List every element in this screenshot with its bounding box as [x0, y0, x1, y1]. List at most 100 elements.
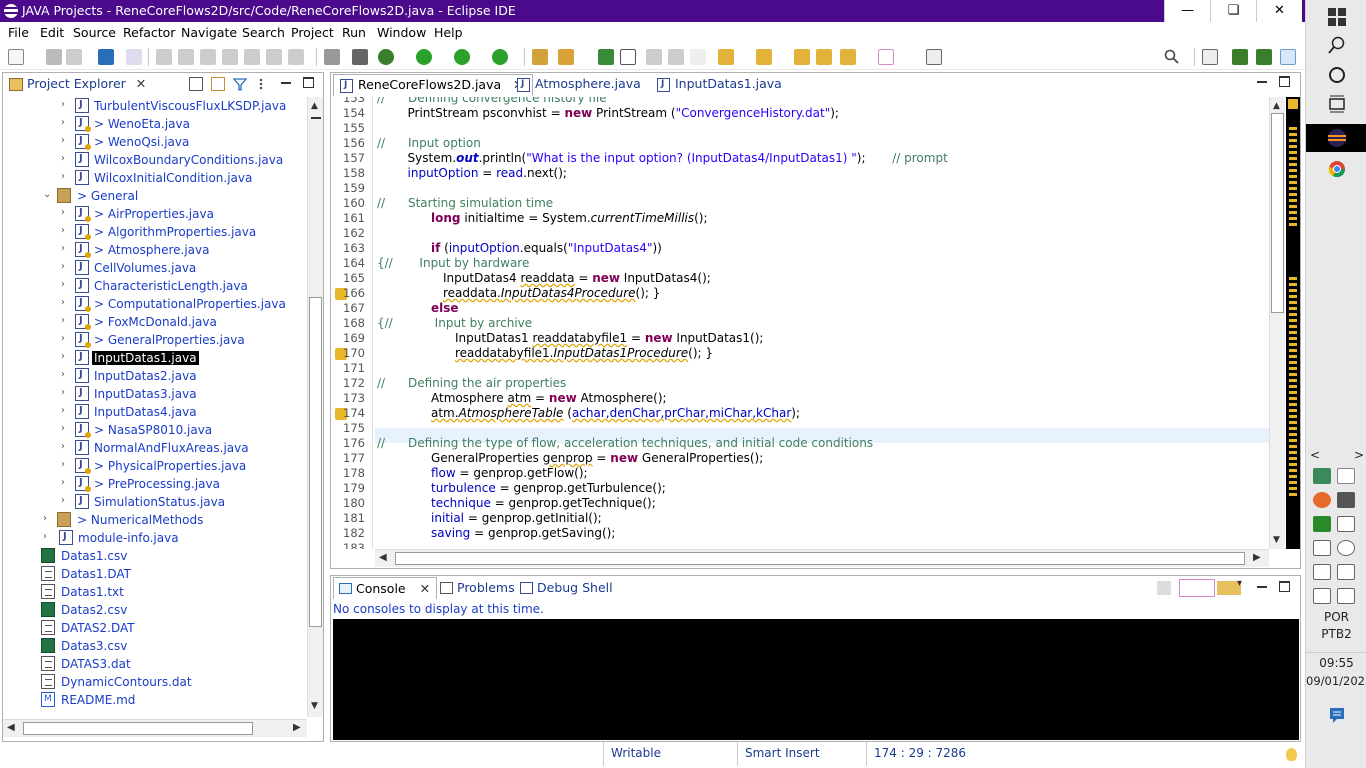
tree-item[interactable]: ›CharacteristicLength.java — [3, 277, 307, 295]
scroll-left-icon[interactable]: ◀ — [379, 552, 387, 563]
windows-start-icon[interactable] — [1306, 6, 1366, 28]
tree-item[interactable]: ›> WenoQsi.java — [3, 133, 307, 151]
forward-icon[interactable] — [840, 49, 856, 65]
skip-breakpoints-icon[interactable] — [126, 49, 142, 65]
search-icon[interactable] — [1306, 36, 1366, 58]
tree-item[interactable]: DATAS3.dat — [3, 655, 307, 673]
tree-item[interactable]: Datas3.csv — [3, 637, 307, 655]
tree-item[interactable]: ›> WenoEta.java — [3, 115, 307, 133]
open-perspective-icon[interactable] — [1202, 49, 1218, 65]
tree-item[interactable]: ›> AirProperties.java — [3, 205, 307, 223]
view-menu-icon[interactable]: ▾ — [1237, 578, 1242, 589]
battery-icon[interactable] — [1313, 564, 1331, 580]
editor-hscroll-thumb[interactable] — [395, 552, 1245, 565]
tree-item[interactable]: ›WilcoxInitialCondition.java — [3, 169, 307, 187]
security-icon[interactable] — [1313, 540, 1331, 556]
tree-item[interactable]: ›TurbulentViscousFluxLKSDP.java — [3, 97, 307, 115]
last-edit-location-icon[interactable] — [794, 49, 810, 65]
tree-item-package[interactable]: ⌄ > General — [3, 187, 307, 205]
tree-item[interactable]: ›> AlgorithmProperties.java — [3, 223, 307, 241]
project-explorer-tab[interactable]: Project Explorer ✕ — [5, 74, 150, 96]
tree-item[interactable]: ›module-info.java — [3, 529, 307, 547]
tree-item[interactable]: ›InputDatas4.java — [3, 403, 307, 421]
maximize-button[interactable]: ❏ — [1210, 0, 1256, 22]
suspend-icon[interactable] — [178, 49, 194, 65]
menu-help[interactable]: Help — [434, 25, 463, 40]
menu-edit[interactable]: Edit — [40, 25, 64, 40]
menu-file[interactable]: File — [8, 25, 29, 40]
step-over-icon[interactable] — [266, 49, 282, 65]
new-icon[interactable] — [8, 49, 24, 65]
pin-editor-icon[interactable] — [926, 49, 942, 65]
keyboard-layout-indicator[interactable]: PTB2 — [1306, 627, 1366, 641]
save-all-icon[interactable] — [66, 49, 82, 65]
tree-item[interactable]: Datas1.DAT — [3, 565, 307, 583]
external-tools-icon[interactable] — [492, 49, 508, 65]
scroll-left-icon[interactable]: ◀ — [7, 722, 15, 733]
clock-date[interactable]: 09/01/2023 — [1306, 674, 1366, 688]
eclipse-taskbar-icon[interactable] — [1306, 124, 1366, 152]
tree-item[interactable]: README.md — [3, 691, 307, 709]
tree-item[interactable]: ›SimulationStatus.java — [3, 493, 307, 511]
scroll-up-icon[interactable]: ▲ — [311, 101, 318, 111]
forward-disabled-icon[interactable] — [878, 49, 894, 65]
maximize-editor-icon[interactable] — [1279, 76, 1290, 87]
minimize-console-icon[interactable] — [1257, 586, 1267, 588]
task-view-icon[interactable] — [1306, 95, 1366, 117]
show-whitespace-icon[interactable] — [690, 49, 706, 65]
collapse-all-icon[interactable] — [189, 77, 203, 91]
tree-item-package[interactable]: › > NumericalMethods — [3, 511, 307, 529]
quick-access-search-icon[interactable] — [1164, 49, 1180, 65]
tree-item[interactable]: Datas2.csv — [3, 601, 307, 619]
menu-source[interactable]: Source — [73, 25, 116, 40]
explorer-scroll-thumb[interactable] — [309, 297, 322, 627]
overview-ruler[interactable] — [1286, 97, 1300, 549]
usb-icon[interactable] — [1337, 516, 1355, 532]
tray-app-icon[interactable] — [1313, 492, 1331, 508]
back-icon[interactable] — [816, 49, 832, 65]
explorer-hscroll-thumb[interactable] — [23, 722, 253, 735]
use-step-filters-icon[interactable] — [352, 49, 368, 65]
tree-item[interactable]: ›> Atmosphere.java — [3, 241, 307, 259]
cloud-icon[interactable] — [1337, 540, 1355, 556]
menu-navigate[interactable]: Navigate — [181, 25, 237, 40]
camera-icon[interactable] — [1337, 588, 1355, 604]
debug-icon[interactable] — [378, 49, 394, 65]
scroll-down-icon[interactable]: ▼ — [1273, 535, 1280, 545]
terminate-icon[interactable] — [200, 49, 216, 65]
word-wrap-icon[interactable] — [668, 49, 684, 65]
project-explorer-close-button[interactable]: ✕ — [136, 76, 146, 91]
network-icon[interactable] — [1337, 564, 1355, 580]
tree-item[interactable]: ›WilcoxBoundaryConditions.java — [3, 151, 307, 169]
tree-item[interactable]: Datas1.txt — [3, 583, 307, 601]
language-indicator[interactable]: POR — [1306, 610, 1366, 624]
tab-console[interactable]: Console ✕ — [333, 577, 438, 599]
tree-item-selected[interactable]: ›InputDatas1.java — [3, 349, 307, 367]
tab-close-button[interactable]: ✕ — [420, 581, 430, 596]
scroll-right-icon[interactable]: ▶ — [1253, 552, 1261, 563]
minimize-editor-icon[interactable] — [1257, 81, 1267, 83]
tip-lightbulb-icon[interactable] — [1286, 748, 1297, 761]
tree-item[interactable]: ›> FoxMcDonald.java — [3, 313, 307, 331]
tab-debug-shell[interactable]: Debug Shell — [515, 577, 619, 599]
tray-app-icon[interactable] — [1313, 468, 1331, 484]
editor-horizontal-scrollbar[interactable]: ◀ ▶ — [375, 549, 1269, 567]
java-ee-perspective-icon[interactable] — [1232, 49, 1248, 65]
volume-icon[interactable] — [1313, 588, 1331, 604]
tray-scroll-left-button[interactable]: < — [1310, 448, 1320, 462]
cortana-icon[interactable] — [1306, 66, 1366, 88]
tray-app-icon[interactable] — [1337, 492, 1355, 508]
chrome-taskbar-icon[interactable] — [1306, 160, 1366, 182]
minimize-button[interactable]: — — [1164, 0, 1210, 22]
filter-icon[interactable] — [232, 77, 248, 91]
menu-project[interactable]: Project — [291, 25, 334, 40]
menu-search[interactable]: Search — [242, 25, 285, 40]
menu-window[interactable]: Window — [377, 25, 426, 40]
scroll-down-icon[interactable]: ▼ — [311, 701, 318, 711]
tree-item[interactable]: ›> PreProcessing.java — [3, 475, 307, 493]
tree-item[interactable]: DATAS2.DAT — [3, 619, 307, 637]
open-task-icon[interactable] — [558, 49, 574, 65]
tab-inputdatas1[interactable]: InputDatas1.java — [651, 74, 790, 96]
open-type-icon[interactable] — [532, 49, 548, 65]
explorer-horizontal-scrollbar[interactable]: ◀ ▶ — [3, 719, 307, 737]
